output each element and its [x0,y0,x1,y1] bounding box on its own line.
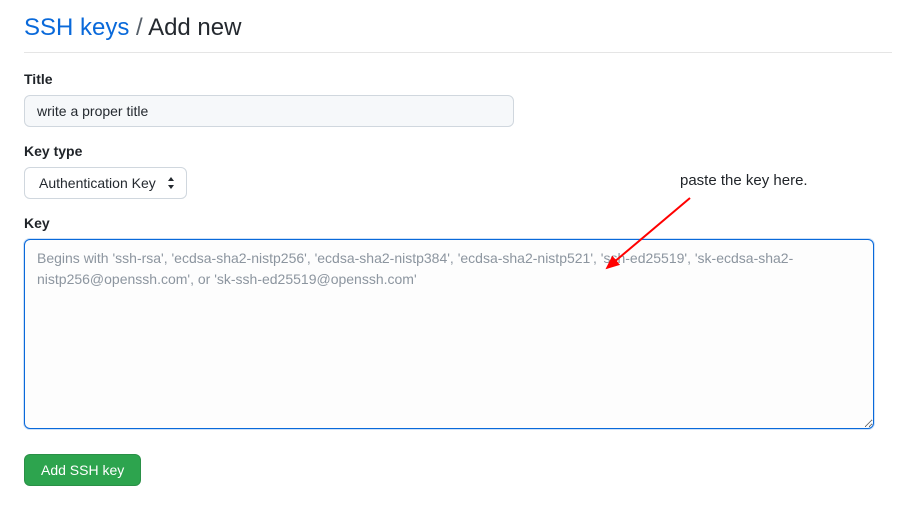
key-type-group: Key type Authentication Key [24,143,892,199]
key-label: Key [24,215,892,231]
title-label: Title [24,71,892,87]
key-textarea[interactable] [24,239,874,429]
key-group: Key [24,215,892,434]
key-type-select[interactable]: Authentication Key [24,167,187,199]
breadcrumb-current: Add new [148,14,241,41]
updown-icon [166,176,176,190]
title-group: Title [24,71,892,127]
title-input[interactable] [24,95,514,127]
page-header: SSH keys / Add new [24,14,892,53]
breadcrumb-ssh-keys-link[interactable]: SSH keys [24,14,129,41]
breadcrumb-separator: / [136,14,143,41]
key-type-selected-value: Authentication Key [39,175,156,191]
add-ssh-key-button[interactable]: Add SSH key [24,454,141,486]
key-type-label: Key type [24,143,892,159]
